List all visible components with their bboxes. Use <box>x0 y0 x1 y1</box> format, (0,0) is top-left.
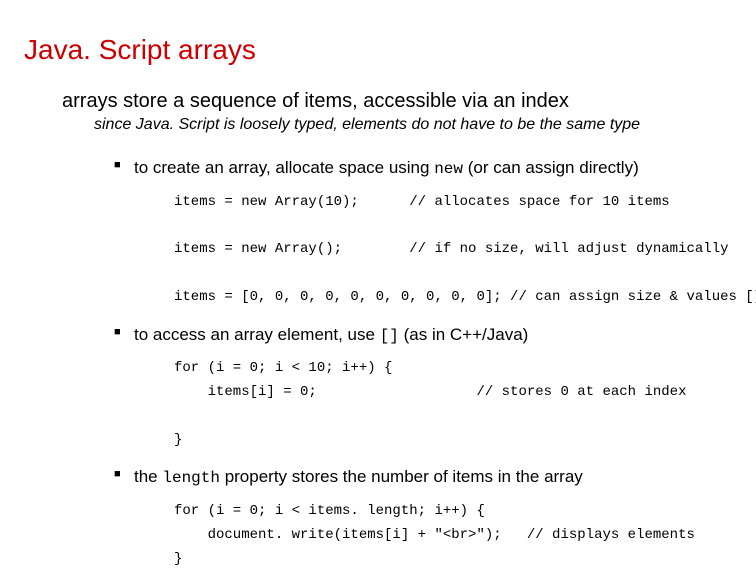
bullet-mono: new <box>434 160 463 178</box>
bullet-mono: length <box>162 469 220 487</box>
bullet-pre: to create an array, allocate space using <box>134 158 434 177</box>
intro-text: arrays store a sequence of items, access… <box>62 90 732 113</box>
bullet-list: to create an array, allocate space using… <box>114 157 732 571</box>
subintro-text: since Java. Script is loosely typed, ele… <box>94 115 722 135</box>
bullet-text: the length property stores the number of… <box>134 467 583 486</box>
list-item: to access an array element, use [] (as i… <box>114 324 732 453</box>
bullet-pre: the <box>134 467 162 486</box>
bullet-mono: [] <box>380 327 399 345</box>
list-item: the length property stores the number of… <box>114 466 732 571</box>
bullet-pre: to access an array element, use <box>134 325 380 344</box>
code-block: items = new Array(10); // allocates spac… <box>174 191 732 310</box>
bullet-post: (or can assign directly) <box>463 158 639 177</box>
bullet-text: to create an array, allocate space using… <box>134 158 639 177</box>
bullet-post: property stores the number of items in t… <box>220 467 583 486</box>
code-block: for (i = 0; i < items. length; i++) { do… <box>174 500 732 571</box>
bullet-post: (as in C++/Java) <box>399 325 528 344</box>
slide-title: Java. Script arrays <box>24 34 732 66</box>
bullet-text: to access an array element, use [] (as i… <box>134 325 528 344</box>
list-item: to create an array, allocate space using… <box>114 157 732 310</box>
code-block: for (i = 0; i < 10; i++) { items[i] = 0;… <box>174 357 732 452</box>
